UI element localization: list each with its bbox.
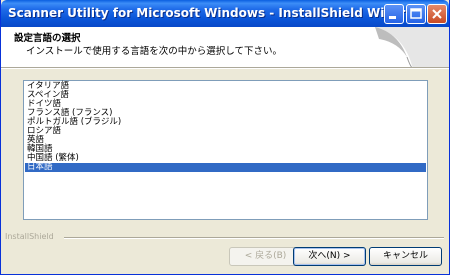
language-option[interactable]: ポルトガル語 (ブラジル) bbox=[25, 118, 426, 127]
cancel-button[interactable]: キャンセル bbox=[369, 247, 442, 266]
page-title: 設定言語の選択 bbox=[14, 33, 81, 44]
installshield-brand: InstallShield bbox=[5, 232, 54, 241]
next-button[interactable]: 次へ(N) > bbox=[293, 247, 366, 266]
language-option-selected[interactable]: 日本語 bbox=[25, 163, 426, 172]
installer-window: Scanner Utility for Microsoft Windows - … bbox=[0, 0, 450, 275]
minimize-button[interactable] bbox=[384, 4, 404, 24]
language-option[interactable]: 韓国語 bbox=[25, 145, 426, 154]
back-button[interactable]: < 戻る(B) bbox=[229, 247, 302, 266]
title-bar[interactable]: Scanner Utility for Microsoft Windows - … bbox=[1, 0, 449, 27]
language-option[interactable]: ロシア語 bbox=[25, 127, 426, 136]
language-option[interactable]: 中国語 (繁体) bbox=[25, 154, 426, 163]
close-icon bbox=[432, 9, 442, 19]
language-option[interactable]: スペイン語 bbox=[25, 91, 426, 100]
page-subtitle: インストールで使用する言語を次の中から選択して下さい。 bbox=[26, 46, 283, 57]
minimize-icon bbox=[389, 16, 396, 19]
language-listbox[interactable]: イタリア語 スペイン語 ドイツ語 フランス語 (フランス) ポルトガル語 (ブラ… bbox=[23, 80, 428, 220]
maximize-icon bbox=[410, 8, 422, 19]
language-option[interactable]: 英語 bbox=[25, 136, 426, 145]
close-button[interactable] bbox=[427, 4, 447, 24]
maximize-button[interactable] bbox=[406, 4, 426, 24]
page-curl-graphic bbox=[375, 27, 449, 69]
window-title: Scanner Utility for Microsoft Windows - … bbox=[8, 6, 414, 20]
language-option[interactable]: イタリア語 bbox=[25, 82, 426, 91]
